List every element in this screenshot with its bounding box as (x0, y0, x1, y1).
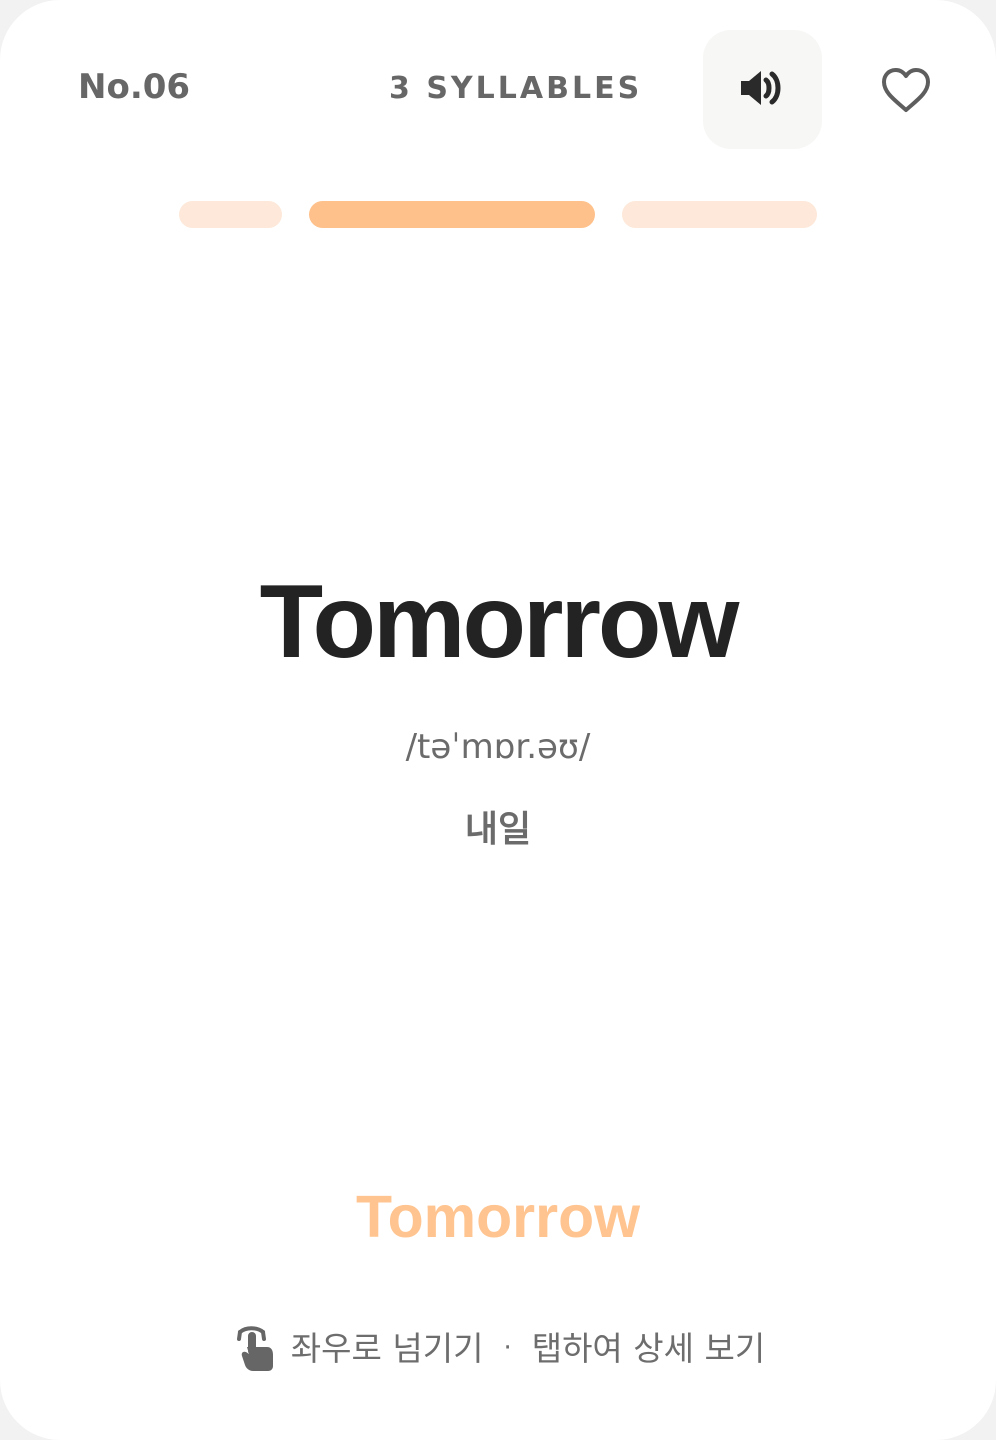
speaker-icon (739, 67, 787, 113)
heart-outline-icon (881, 67, 931, 117)
progress-segment-3 (622, 201, 817, 228)
syllable-count: 3 SYLLABLES (389, 71, 643, 106)
tap-hint-text: 탭하여 상세 보기 (531, 1328, 766, 1368)
favorite-button[interactable] (866, 52, 946, 132)
faded-word: Tomorrow (355, 1184, 641, 1250)
swipe-hint-text: 좌우로 넘기기 (290, 1328, 484, 1368)
hint-separator: · (503, 1333, 512, 1363)
speaker-button[interactable] (703, 30, 822, 149)
phonetic-transcription: /təˈmɒr.əʊ/ (405, 727, 591, 767)
progress-segment-1 (179, 201, 282, 228)
flashcard[interactable]: No.06 3 SYLLABLES Tomorrow /təˈmɒr.əʊ/ 내… (0, 0, 996, 1440)
gesture-hint: 좌우로 넘기기 · 탭하여 상세 보기 (0, 1320, 996, 1376)
card-number: No.06 (78, 67, 191, 107)
card-progress (0, 201, 996, 229)
tap-hand-icon (231, 1320, 279, 1376)
vocabulary-word: Tomorrow (259, 564, 740, 680)
card-top-bar: No.06 3 SYLLABLES (0, 30, 996, 150)
progress-segment-2-active (309, 201, 595, 228)
word-meaning: 내일 (464, 809, 532, 850)
